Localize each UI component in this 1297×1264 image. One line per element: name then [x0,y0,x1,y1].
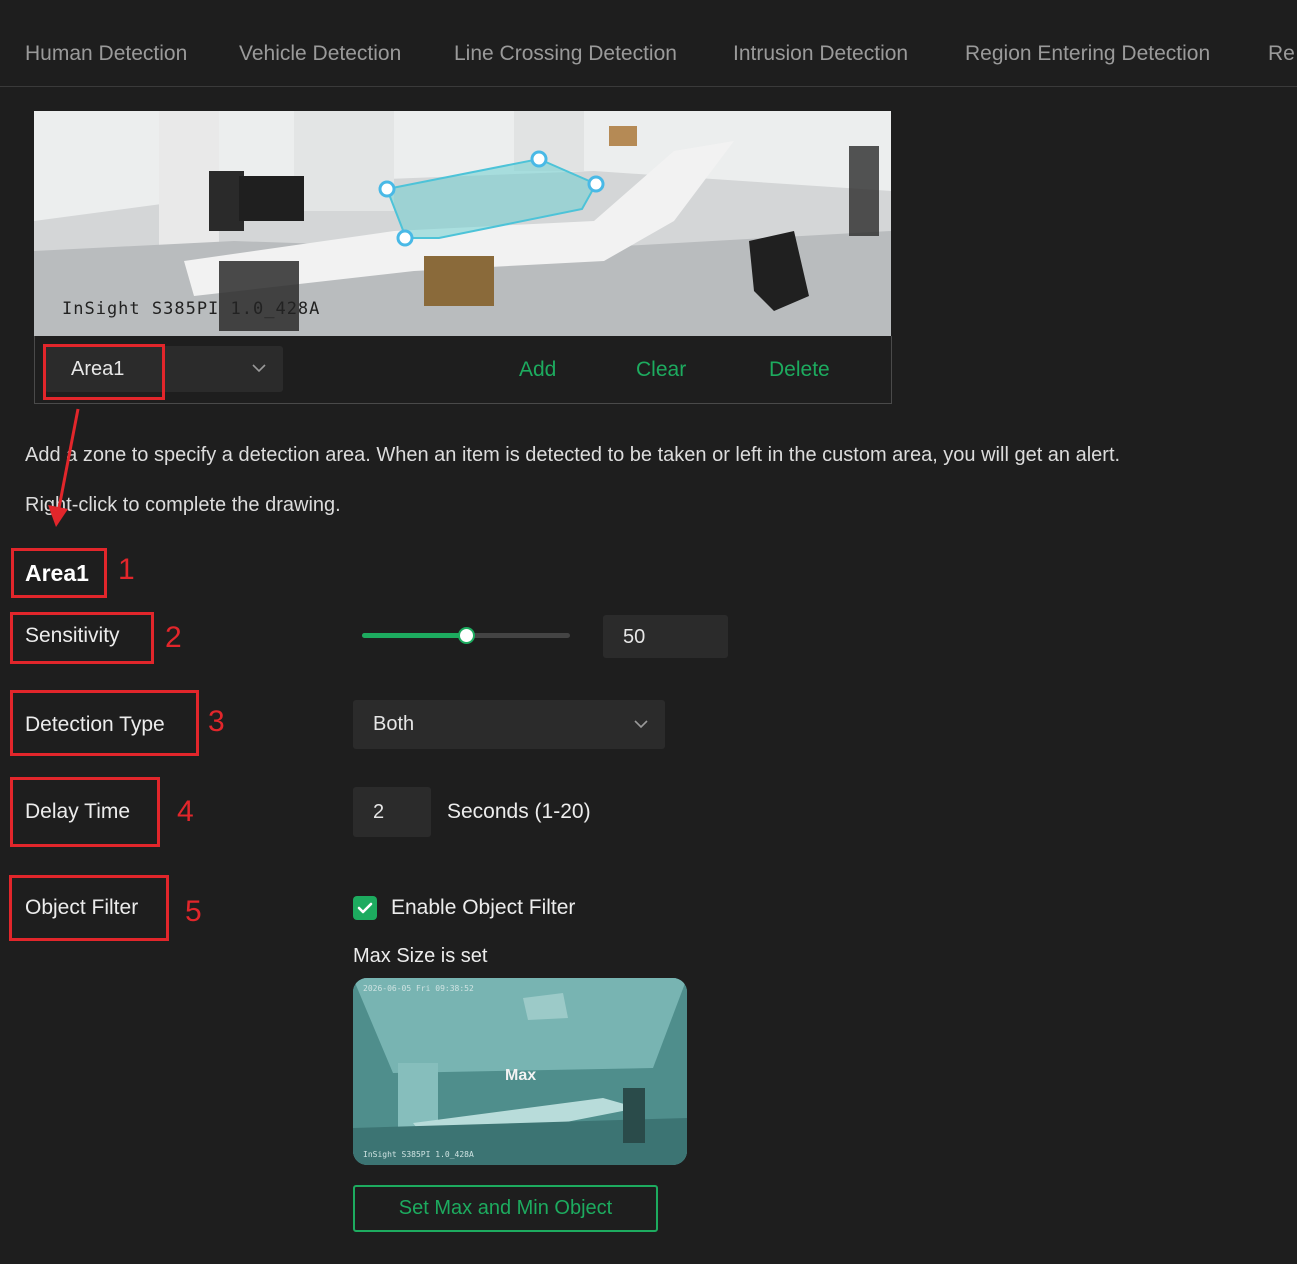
delete-button[interactable]: Delete [769,358,830,382]
delay-time-input[interactable]: 2 [353,787,431,837]
detection-type-label: Detection Type [25,713,165,736]
annotation-number-3: 3 [208,705,225,738]
tab-human-detection[interactable]: Human Detection [25,42,187,66]
max-size-status: Max Size is set [353,945,488,967]
chevron-down-icon [252,364,266,373]
tab-more-truncated[interactable]: Re [1268,42,1295,66]
camera-osd-text: InSight S385PI 1.0_428A [62,299,321,319]
object-size-thumbnail: 2026-06-05 Fri 09:38:52 Max InSight S385… [353,978,687,1165]
area-toolbar: Area1 Add Clear Delete [34,336,892,404]
detection-type-select[interactable]: Both [353,700,665,749]
thumbnail-max-label: Max [505,1067,537,1084]
annotation-number-4: 4 [177,795,194,828]
sensitivity-slider-handle[interactable] [458,627,475,644]
area-select-value: Area1 [71,358,125,380]
detection-type-value: Both [373,713,415,735]
detection-tabs: Human Detection Vehicle Detection Line C… [0,0,1297,87]
tab-region-entering-detection[interactable]: Region Entering Detection [965,42,1210,66]
delay-time-label: Delay Time [25,800,131,823]
sensitivity-input[interactable]: 50 [603,615,728,658]
sensitivity-label: Sensitivity [25,624,120,647]
object-filter-label: Object Filter [25,896,139,919]
enable-object-filter-label: Enable Object Filter [391,896,576,919]
delay-time-unit: Seconds (1-20) [447,800,591,823]
area-title: Area1 [25,560,89,586]
tab-line-crossing-detection[interactable]: Line Crossing Detection [454,42,677,66]
annotation-number-1: 1 [118,553,135,586]
annotation-arrow [48,408,80,527]
sensitivity-slider[interactable] [362,627,570,644]
clear-button[interactable]: Clear [636,358,686,382]
add-button[interactable]: Add [519,358,556,382]
thumbnail-timestamp: 2026-06-05 Fri 09:38:52 [363,984,474,993]
thumbnail-osd-text: InSight S385PI 1.0_428A [363,1150,474,1159]
camera-preview[interactable]: InSight S385PI 1.0_428A [34,111,891,336]
sensitivity-slider-fill [362,633,466,638]
checkmark-icon [357,902,373,914]
set-max-min-object-button[interactable]: Set Max and Min Object [353,1185,658,1232]
help-text-line1: Add a zone to specify a detection area. … [25,444,1121,466]
chevron-down-icon [634,720,648,729]
area-select[interactable]: Area1 [45,346,283,392]
tab-intrusion-detection[interactable]: Intrusion Detection [733,42,908,66]
annotation-number-5: 5 [185,895,202,928]
tab-vehicle-detection[interactable]: Vehicle Detection [239,42,401,66]
annotation-number-2: 2 [165,621,182,654]
enable-object-filter-checkbox[interactable] [353,896,377,920]
